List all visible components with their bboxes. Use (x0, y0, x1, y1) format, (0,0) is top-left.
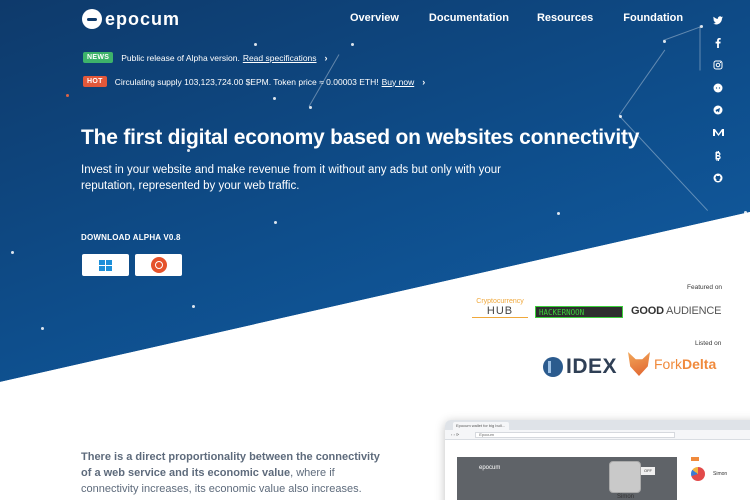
github-icon[interactable] (711, 171, 725, 185)
medium-icon[interactable] (711, 126, 725, 140)
intro-paragraph: There is a direct proportionality betwee… (81, 449, 381, 497)
nav-documentation[interactable]: Documentation (429, 12, 509, 24)
hot-announcement: HOT Circulating supply 103,123,724.00 $E… (83, 76, 425, 87)
ubuntu-icon (150, 257, 167, 273)
mock-side-panel (677, 457, 750, 500)
mock-panel-name: Simon (713, 471, 728, 477)
intro-bold: There is a direct proportionality betwee… (81, 451, 380, 479)
mock-app-body: epocum OFF Simon Simon (457, 457, 750, 500)
hot-text: Circulating supply 103,123,724.00 $EPM. … (114, 76, 379, 87)
download-title: DOWNLOAD ALPHA V0.8 (81, 233, 181, 242)
hackernoon-text: HACKERNOON (539, 307, 585, 317)
nav-overview[interactable]: Overview (350, 12, 399, 24)
download-windows-button[interactable] (82, 254, 129, 276)
fork-text: Fork (654, 356, 682, 372)
fox-icon (628, 352, 650, 376)
mock-logo: epocum (479, 465, 501, 471)
logo-mark-icon (82, 9, 102, 29)
news-badge: NEWS (83, 52, 114, 63)
reddit-icon[interactable] (711, 81, 725, 95)
cryptocurrency-hub-bottom-text: HUB (472, 305, 528, 318)
idex-logo[interactable]: IDEX (543, 355, 617, 379)
audience-text: AUDIENCE (663, 305, 722, 317)
forkdelta-logo[interactable]: ForkDelta (628, 352, 716, 376)
hero-subtitle: Invest in your website and make revenue … (81, 164, 501, 192)
idex-text: IDEX (566, 355, 618, 378)
hot-chevron-icon[interactable]: › (422, 77, 425, 87)
main-nav: Overview Documentation Resources Foundat… (350, 12, 713, 24)
news-chevron-icon[interactable]: › (325, 53, 328, 63)
hero-title: The first digital economy based on websi… (81, 126, 640, 149)
listed-label: Listed on (695, 340, 722, 347)
instagram-icon[interactable] (711, 58, 725, 72)
mock-nav-icons: ‹ › ⟳ (451, 432, 460, 437)
telegram-icon[interactable] (711, 103, 725, 117)
mock-address-bar: ‹ › ⟳ Epocum (445, 430, 750, 440)
app-screenshot: Epocum wallet for big bull... ‹ › ⟳ Epoc… (445, 420, 750, 500)
mock-user-name: Simon (617, 494, 635, 500)
logo-text: epocum (105, 8, 181, 29)
twitter-icon[interactable] (711, 13, 725, 27)
good-text: GOOD (631, 305, 664, 317)
cryptocurrency-hub-logo[interactable]: Cryptocurrency HUB (472, 298, 528, 324)
mock-tab: Epocum wallet for big bull... (453, 422, 509, 430)
news-announcement: NEWS Public release of Alpha version. Re… (83, 52, 328, 63)
read-specifications-link[interactable]: Read specifications (243, 53, 317, 63)
idex-icon (543, 357, 563, 377)
mock-pie-chart (691, 467, 705, 481)
mock-orange-marker (691, 457, 699, 461)
buy-now-link[interactable]: Buy now (382, 77, 415, 87)
mock-off-toggle: OFF (641, 467, 655, 475)
hot-badge: HOT (83, 76, 107, 87)
bitcoin-icon[interactable] (711, 149, 725, 163)
nav-foundation[interactable]: Foundation (623, 12, 683, 24)
logo[interactable]: epocum (82, 8, 180, 30)
mock-avatar (609, 461, 641, 493)
nav-resources[interactable]: Resources (537, 12, 593, 24)
cryptocurrency-hub-top-text: Cryptocurrency (476, 298, 524, 305)
facebook-icon[interactable] (711, 36, 725, 50)
news-text: Public release of Alpha version. (121, 52, 240, 63)
mock-url-box: Epocum (475, 431, 676, 438)
featured-label: Featured on (687, 284, 723, 291)
social-links (711, 13, 725, 194)
mock-tabbar: Epocum wallet for big bull... (445, 420, 750, 430)
delta-text: Delta (682, 356, 717, 372)
good-audience-logo[interactable]: GOOD AUDIENCE (631, 305, 722, 317)
windows-icon (99, 259, 112, 271)
download-ubuntu-button[interactable] (135, 254, 182, 276)
hackernoon-logo[interactable]: HACKERNOON (535, 306, 623, 318)
